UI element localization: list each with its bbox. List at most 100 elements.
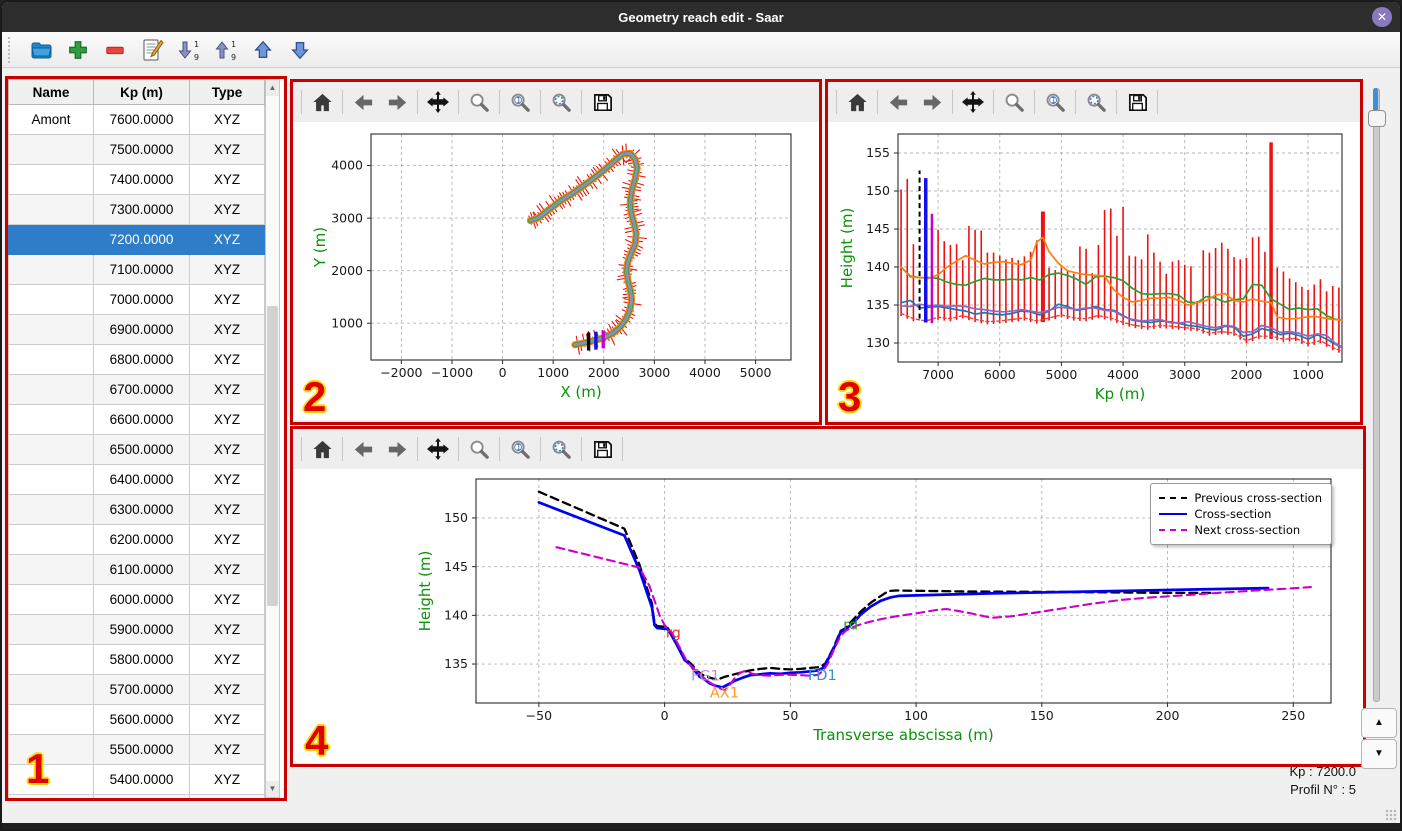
table-cell[interactable]: Amont xyxy=(8,104,94,135)
table-cell[interactable] xyxy=(8,434,94,465)
table-row[interactable]: 6900.0000 XYZ xyxy=(8,314,265,345)
table-cell[interactable]: XYZ xyxy=(189,584,265,615)
table-cell[interactable]: XYZ xyxy=(189,524,265,555)
table-cell[interactable] xyxy=(8,674,94,705)
home-icon[interactable] xyxy=(308,88,336,116)
profile-down-button[interactable]: ▼ xyxy=(1361,739,1397,769)
table-cell[interactable]: 7400.0000 xyxy=(93,164,190,195)
table-cell[interactable]: 7600.0000 xyxy=(93,104,190,135)
table-cell[interactable]: XYZ xyxy=(189,704,265,735)
table-cell[interactable]: XYZ xyxy=(189,254,265,285)
table-cell[interactable]: XYZ xyxy=(189,404,265,435)
header-kp[interactable]: Kp (m) xyxy=(93,79,190,105)
save-icon[interactable] xyxy=(588,435,616,463)
table-cell[interactable]: XYZ xyxy=(189,554,265,585)
back-icon[interactable] xyxy=(349,88,377,116)
table-cell[interactable]: 5500.0000 xyxy=(93,734,190,765)
table-row[interactable]: 5800.0000 XYZ xyxy=(8,644,265,675)
table-cell[interactable]: 6400.0000 xyxy=(93,464,190,495)
table-cell[interactable]: XYZ xyxy=(189,764,265,795)
table-row[interactable]: 6700.0000 XYZ xyxy=(8,374,265,405)
table-row[interactable]: 7000.0000 XYZ xyxy=(8,284,265,315)
back-icon[interactable] xyxy=(349,435,377,463)
table-cell[interactable] xyxy=(8,734,94,765)
table-cell[interactable] xyxy=(8,314,94,345)
table-cell[interactable]: XYZ xyxy=(189,494,265,525)
table-cell[interactable] xyxy=(8,614,94,645)
zoom-icon[interactable] xyxy=(465,88,493,116)
table-row[interactable]: 6000.0000 XYZ xyxy=(8,584,265,615)
table-cell[interactable]: 6300.0000 xyxy=(93,494,190,525)
table-cell[interactable]: XYZ xyxy=(189,134,265,165)
resize-grip[interactable] xyxy=(1385,809,1397,821)
table-cell[interactable]: XYZ xyxy=(189,284,265,315)
table-row[interactable]: 6200.0000 XYZ xyxy=(8,524,265,555)
table-row[interactable]: 6600.0000 XYZ xyxy=(8,404,265,435)
table-row[interactable]: 5900.0000 XYZ xyxy=(8,614,265,645)
table-cell[interactable]: XYZ xyxy=(189,644,265,675)
table-cell[interactable] xyxy=(8,134,94,165)
forward-icon[interactable] xyxy=(383,435,411,463)
table-cell[interactable] xyxy=(8,584,94,615)
table-cell[interactable]: 6900.0000 xyxy=(93,314,190,345)
table-cell[interactable] xyxy=(8,794,94,798)
table-cell[interactable]: 6600.0000 xyxy=(93,404,190,435)
table-row[interactable]: 6500.0000 XYZ xyxy=(8,434,265,465)
close-icon[interactable]: ✕ xyxy=(1372,7,1392,27)
table-scrollbar[interactable]: ▲ ▼ xyxy=(265,79,280,798)
table-cell[interactable]: XYZ xyxy=(189,434,265,465)
zoom-one-icon[interactable]: 1 xyxy=(506,435,534,463)
forward-icon[interactable] xyxy=(918,88,946,116)
table-cell[interactable]: 7300.0000 xyxy=(93,194,190,225)
open-folder-icon[interactable] xyxy=(28,37,54,63)
profile-slider-handle[interactable] xyxy=(1368,110,1386,127)
table-cell[interactable]: 5600.0000 xyxy=(93,704,190,735)
table-cell[interactable] xyxy=(8,344,94,375)
longitudinal-plot[interactable]: 7000 6000 5000 4000 3000 2000 1000 130 135 140 145… xyxy=(828,122,1358,420)
pan-icon[interactable] xyxy=(959,88,987,116)
zoom-one-icon[interactable]: 1 xyxy=(506,88,534,116)
table-cell[interactable]: XYZ xyxy=(189,344,265,375)
table-cell[interactable]: XYZ xyxy=(189,674,265,705)
table-row[interactable]: 5700.0000 XYZ xyxy=(8,674,265,705)
home-icon[interactable] xyxy=(843,88,871,116)
table-cell[interactable]: XYZ xyxy=(189,164,265,195)
table-row[interactable]: 7400.0000 XYZ xyxy=(8,164,265,195)
table-cell[interactable] xyxy=(8,494,94,525)
table-cell[interactable]: XYZ xyxy=(189,374,265,405)
table-cell[interactable] xyxy=(8,164,94,195)
header-type[interactable]: Type xyxy=(189,79,265,105)
table-row[interactable]: 6800.0000 XYZ xyxy=(8,344,265,375)
profile-up-button[interactable]: ▲ xyxy=(1361,708,1397,738)
toolbar-grip[interactable] xyxy=(8,36,13,63)
table-row[interactable]: 6300.0000 XYZ xyxy=(8,494,265,525)
table-cell[interactable]: 6500.0000 xyxy=(93,434,190,465)
table-cell[interactable]: XYZ xyxy=(189,794,265,798)
move-up-icon[interactable] xyxy=(250,37,276,63)
table-cell[interactable]: XYZ xyxy=(189,734,265,765)
remove-profile-icon[interactable] xyxy=(102,37,128,63)
table-cell[interactable]: 5900.0000 xyxy=(93,614,190,645)
table-cell[interactable] xyxy=(8,644,94,675)
table-cell[interactable] xyxy=(8,284,94,315)
table-cell[interactable] xyxy=(8,704,94,735)
table-row[interactable]: 7100.0000 XYZ xyxy=(8,254,265,285)
table-cell[interactable] xyxy=(8,464,94,495)
table-cell[interactable]: XYZ xyxy=(189,614,265,645)
table-cell[interactable]: XYZ xyxy=(189,464,265,495)
zoom-fit-icon[interactable] xyxy=(547,435,575,463)
sort-descending-icon[interactable]: 19 xyxy=(176,37,202,63)
table-cell[interactable]: 7100.0000 xyxy=(93,254,190,285)
home-icon[interactable] xyxy=(308,435,336,463)
pan-icon[interactable] xyxy=(424,88,452,116)
table-cell[interactable]: 6100.0000 xyxy=(93,554,190,585)
table-row[interactable]: 7300.0000 XYZ xyxy=(8,194,265,225)
table-cell[interactable]: XYZ xyxy=(189,104,265,135)
zoom-one-icon[interactable]: 1 xyxy=(1041,88,1069,116)
table-cell[interactable]: XYZ xyxy=(189,224,265,255)
edit-profile-icon[interactable] xyxy=(139,37,165,63)
back-icon[interactable] xyxy=(884,88,912,116)
table-cell[interactable]: 7000.0000 xyxy=(93,284,190,315)
zoom-fit-icon[interactable] xyxy=(547,88,575,116)
sort-ascending-icon[interactable]: 19 xyxy=(213,37,239,63)
